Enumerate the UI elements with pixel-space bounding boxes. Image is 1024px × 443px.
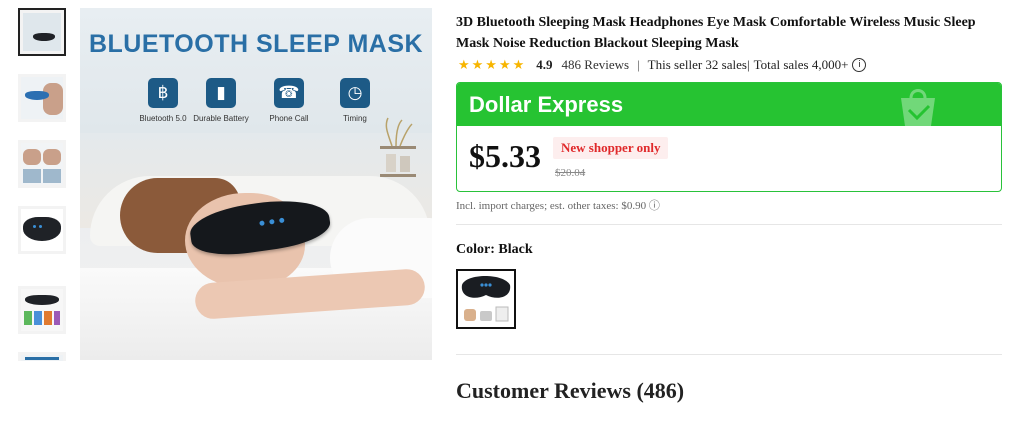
new-shopper-badge: New shopper only [553, 137, 669, 159]
image-title: BLUETOOTH SLEEP MASK [88, 30, 424, 58]
thumbnail-list [18, 8, 70, 361]
rating-row: ★★★★★ 4.9 486 Reviews | This seller 32 s… [458, 57, 867, 73]
original-price: $20.04 [555, 167, 586, 179]
color-label: Color: Black [456, 242, 533, 257]
feature-label: Phone Call [269, 114, 309, 123]
rating-score: 4.9 [536, 57, 553, 72]
total-sales: Total sales 4,000+ [753, 57, 849, 72]
tax-note: Incl. import charges; est. other taxes: … [456, 200, 660, 212]
main-product-image[interactable]: BLUETOOTH SLEEP MASK ฿ Bluetooth 5.0 ▮ D… [80, 8, 432, 360]
deal-name: Dollar Express [469, 92, 624, 117]
customer-reviews-heading: Customer Reviews (486) [456, 378, 685, 403]
sleep-mask-icon [461, 276, 511, 322]
feature-label: Timing [343, 114, 367, 123]
product-title: 3D Bluetooth Sleeping Mask Headphones Ey… [456, 15, 976, 51]
dollar-express-deal: Dollar Express $5.33 New shopper only $2… [456, 82, 1002, 192]
info-icon[interactable]: i [852, 58, 867, 72]
battery-icon: ▮ [206, 78, 236, 108]
thumbnail-2[interactable] [18, 74, 66, 122]
bluetooth-icon: ฿ [148, 78, 178, 108]
phone-call-icon: ☎ [274, 78, 304, 108]
divider [456, 354, 1002, 355]
thumbnail-4[interactable] [18, 206, 66, 254]
rating-stars: ★★★★★ [458, 57, 527, 73]
color-swatch-black[interactable] [456, 269, 516, 329]
timing-icon: ◷ [340, 78, 370, 108]
image-shelf-decor [380, 117, 416, 177]
reviews-link[interactable]: 486 Reviews [562, 57, 630, 73]
deal-header: Dollar Express [457, 83, 1001, 126]
shopping-bag-icon [901, 89, 935, 126]
seller-sales: This seller 32 sales| [647, 57, 750, 72]
thumbnail-5[interactable] [18, 286, 66, 334]
thumbnail-1[interactable] [18, 8, 66, 56]
feature-phone-call: ☎ Phone Call [254, 78, 324, 123]
feature-timing: ◷ Timing [320, 78, 390, 123]
divider [456, 224, 1002, 225]
thumbnail-3[interactable] [18, 140, 66, 188]
deal-price: $5.33 [469, 138, 541, 174]
thumbnail-6[interactable] [18, 352, 66, 361]
separator: | [637, 57, 640, 72]
feature-battery: ▮ Durable Battery [186, 78, 256, 123]
feature-label: Durable Battery [193, 114, 249, 123]
